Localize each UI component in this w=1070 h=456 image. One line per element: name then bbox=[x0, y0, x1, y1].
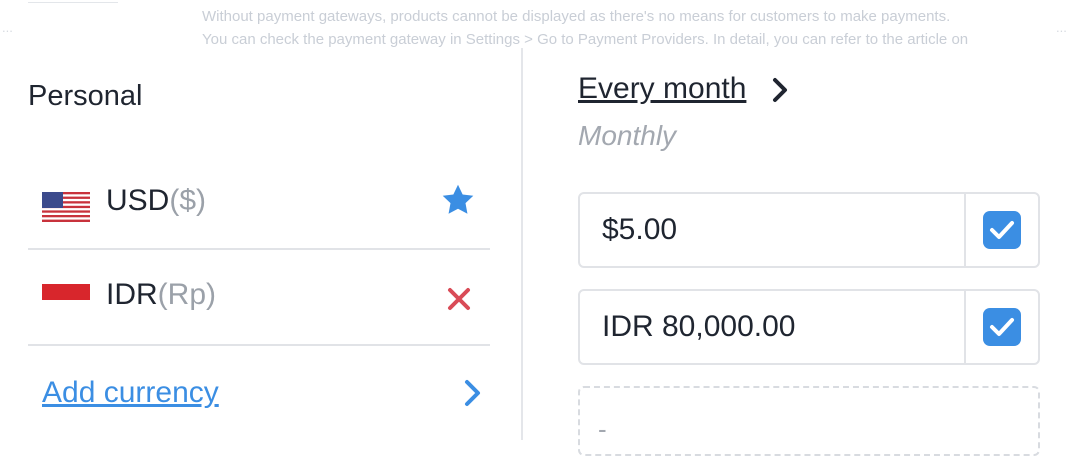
price-field-idr bbox=[578, 289, 1040, 365]
checkmark-icon bbox=[990, 221, 1014, 239]
price-field-empty[interactable]: - bbox=[578, 386, 1040, 456]
close-icon[interactable] bbox=[446, 286, 472, 312]
background-notice-line-2: You can check the payment gateway in Set… bbox=[202, 31, 969, 48]
currency-symbol-usd: ($) bbox=[169, 184, 207, 217]
price-checkbox-idr[interactable] bbox=[983, 308, 1021, 346]
price-field-divider bbox=[964, 291, 966, 363]
checkmark-icon bbox=[990, 318, 1014, 336]
price-field-usd bbox=[578, 192, 1040, 268]
price-input-usd[interactable] bbox=[580, 194, 964, 266]
background-notice: ... Without payment gateways, products c… bbox=[0, 0, 1070, 48]
add-currency-link[interactable]: Add currency bbox=[42, 376, 219, 410]
price-checkbox-usd[interactable] bbox=[983, 211, 1021, 249]
background-right-fragment: ... bbox=[1056, 20, 1067, 35]
background-notice-line-1: Without payment gateways, products canno… bbox=[202, 8, 951, 25]
star-icon[interactable] bbox=[440, 182, 476, 218]
background-divider bbox=[28, 0, 118, 3]
section-title: Personal bbox=[28, 80, 143, 112]
billing-period-subtitle: Monthly bbox=[578, 120, 677, 151]
currency-row-usd[interactable]: USD($) bbox=[28, 152, 490, 250]
empty-placeholder: - bbox=[598, 414, 607, 444]
currency-row-idr[interactable]: IDR(Rp) bbox=[28, 248, 490, 346]
currency-code-idr: IDR(Rp) bbox=[106, 278, 217, 311]
indonesia-flag-icon bbox=[42, 284, 90, 300]
background-left-fragment: ... bbox=[2, 20, 13, 35]
price-field-divider bbox=[964, 194, 966, 266]
currency-panel: Personal USD($) IDR(Rp) Add currency bbox=[0, 48, 523, 440]
currency-symbol-idr: (Rp) bbox=[157, 278, 217, 311]
us-flag-icon bbox=[42, 192, 90, 222]
chevron-right-icon[interactable] bbox=[462, 378, 484, 408]
price-input-idr[interactable] bbox=[580, 291, 964, 363]
panel-divider bbox=[521, 48, 523, 440]
chevron-right-icon[interactable] bbox=[770, 76, 792, 104]
billing-period-link[interactable]: Every month bbox=[578, 72, 746, 106]
currency-code-usd: USD($) bbox=[106, 184, 207, 217]
